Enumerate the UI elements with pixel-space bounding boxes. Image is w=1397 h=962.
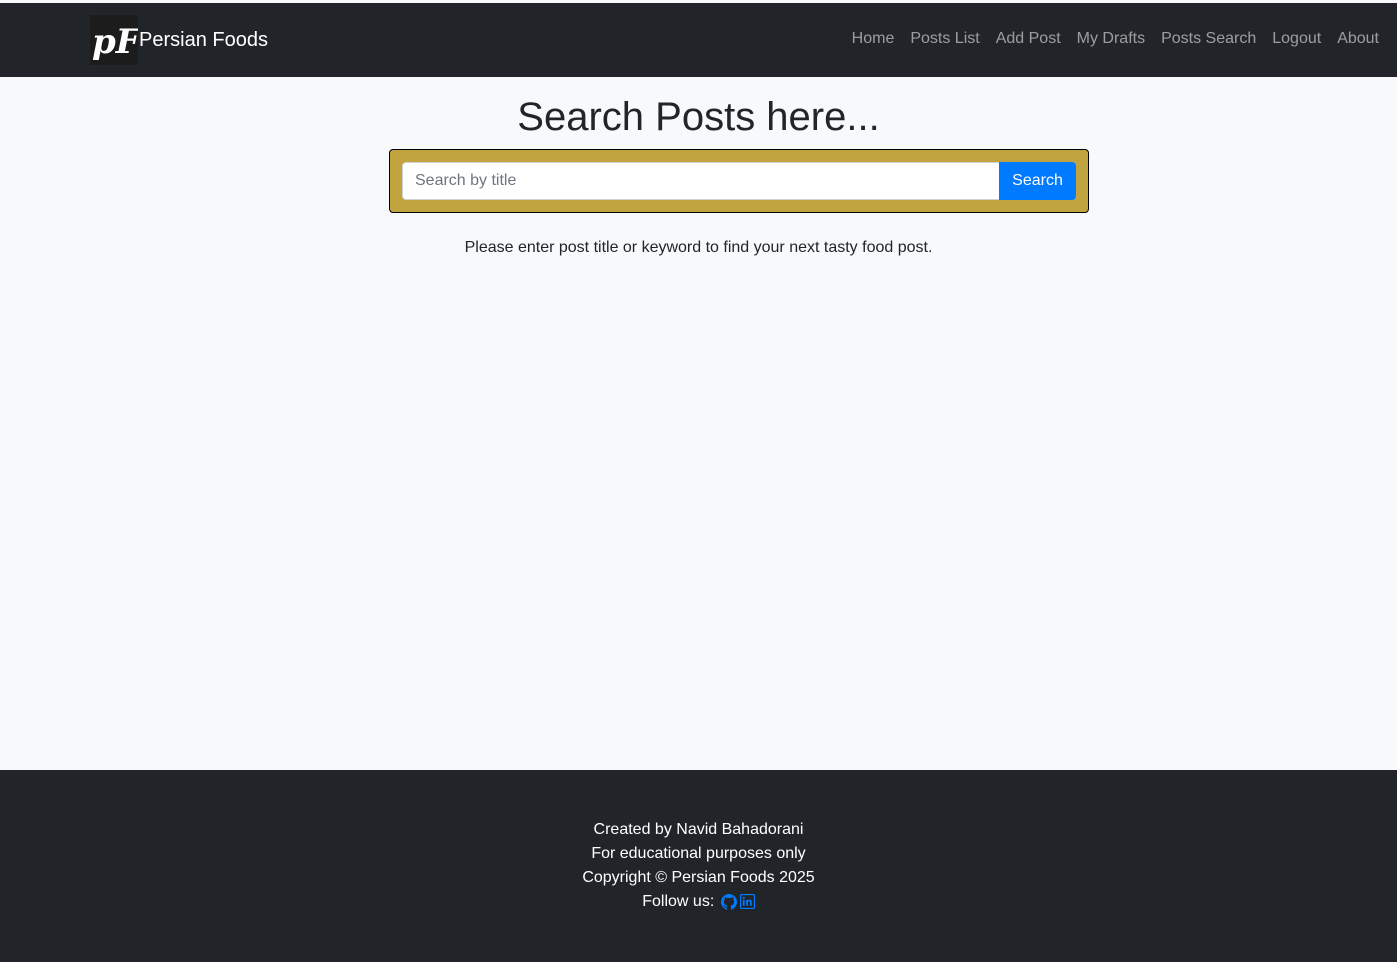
- nav-item-logout[interactable]: Logout: [1264, 29, 1329, 49]
- linkedin-icon: [739, 894, 755, 910]
- search-hint: Please enter post title or keyword to fi…: [464, 239, 933, 256]
- search-input[interactable]: [402, 162, 1000, 200]
- brand-name: Persian Foods: [139, 28, 268, 51]
- social-links: [720, 893, 755, 910]
- nav-item-home[interactable]: Home: [844, 29, 903, 49]
- linkedin-link[interactable]: [739, 894, 755, 910]
- nav-item-add-post[interactable]: Add Post: [988, 29, 1069, 49]
- navbar: pF Persian Foods Home Posts List Add Pos…: [0, 3, 1397, 77]
- follow-label: Follow us:: [642, 893, 715, 910]
- footer-copyright: Copyright © Persian Foods 2025: [582, 869, 815, 886]
- page-title: Search Posts here...: [517, 95, 880, 139]
- brand-logo: pF: [90, 15, 138, 65]
- brand-link[interactable]: pF Persian Foods: [90, 15, 268, 65]
- footer-follow: Follow us:: [0, 890, 1397, 914]
- nav-item-my-drafts[interactable]: My Drafts: [1069, 29, 1153, 49]
- footer: Created by Navid Bahadorani For educatio…: [0, 770, 1397, 962]
- svg-text:pF: pF: [92, 22, 138, 62]
- github-icon: [720, 893, 737, 910]
- logo-mark-icon: pF: [92, 22, 138, 62]
- search-panel: Search: [389, 149, 1089, 213]
- footer-purpose: For educational purposes only: [591, 845, 806, 862]
- nav-menu: Home Posts List Add Post My Drafts Posts…: [844, 29, 1386, 49]
- search-button[interactable]: Search: [999, 162, 1076, 200]
- nav-item-posts-search[interactable]: Posts Search: [1153, 29, 1264, 49]
- footer-created-by: Created by Navid Bahadorani: [593, 821, 804, 838]
- nav-item-posts-list[interactable]: Posts List: [902, 29, 987, 49]
- nav-item-about[interactable]: About: [1329, 29, 1386, 49]
- github-link[interactable]: [720, 893, 737, 910]
